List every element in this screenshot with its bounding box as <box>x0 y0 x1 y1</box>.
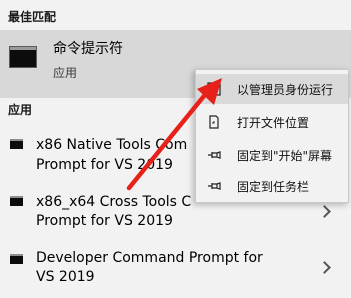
command-prompt-icon <box>10 139 23 149</box>
menu-item-label: 固定到"开始"屏幕 <box>237 149 333 163</box>
menu-item-label: 固定到任务栏 <box>237 180 310 194</box>
chevron-right-icon[interactable] <box>318 261 331 274</box>
best-match-heading: 最佳匹配 <box>8 10 57 24</box>
menu-item-pin-to-start[interactable]: 固定到"开始"屏幕 <box>196 140 348 170</box>
shield-run-icon <box>207 82 221 96</box>
menu-item-label: 以管理员身份运行 <box>237 83 334 97</box>
pin-icon <box>208 182 221 190</box>
app-name-line2: Prompt for VS 2019 <box>36 213 173 229</box>
app-name-line2: VS 2019 <box>36 269 95 285</box>
chevron-right-icon[interactable] <box>318 205 331 218</box>
menu-item-run-as-admin[interactable]: 以管理员身份运行 <box>196 74 348 104</box>
best-match-name: 命令提示符 <box>53 41 123 57</box>
best-match-type: 应用 <box>53 66 78 80</box>
command-prompt-icon <box>10 254 23 264</box>
context-menu: 以管理员身份运行 打开文件位置 固定到"开始"屏幕 固定到任务栏 <box>195 69 349 203</box>
app-name-line1: Developer Command Prompt for <box>36 250 263 266</box>
menu-item-label: 打开文件位置 <box>237 116 310 130</box>
app-item-developer-command-prompt[interactable]: Developer Command Prompt for VS 2019 <box>0 242 351 298</box>
command-prompt-icon <box>10 196 23 206</box>
pin-icon <box>208 151 221 159</box>
apps-heading: 应用 <box>8 103 33 117</box>
menu-item-pin-to-taskbar[interactable]: 固定到任务栏 <box>196 171 348 201</box>
file-location-icon <box>209 115 219 129</box>
command-prompt-icon <box>9 46 37 68</box>
menu-item-open-file-location[interactable]: 打开文件位置 <box>196 107 348 137</box>
